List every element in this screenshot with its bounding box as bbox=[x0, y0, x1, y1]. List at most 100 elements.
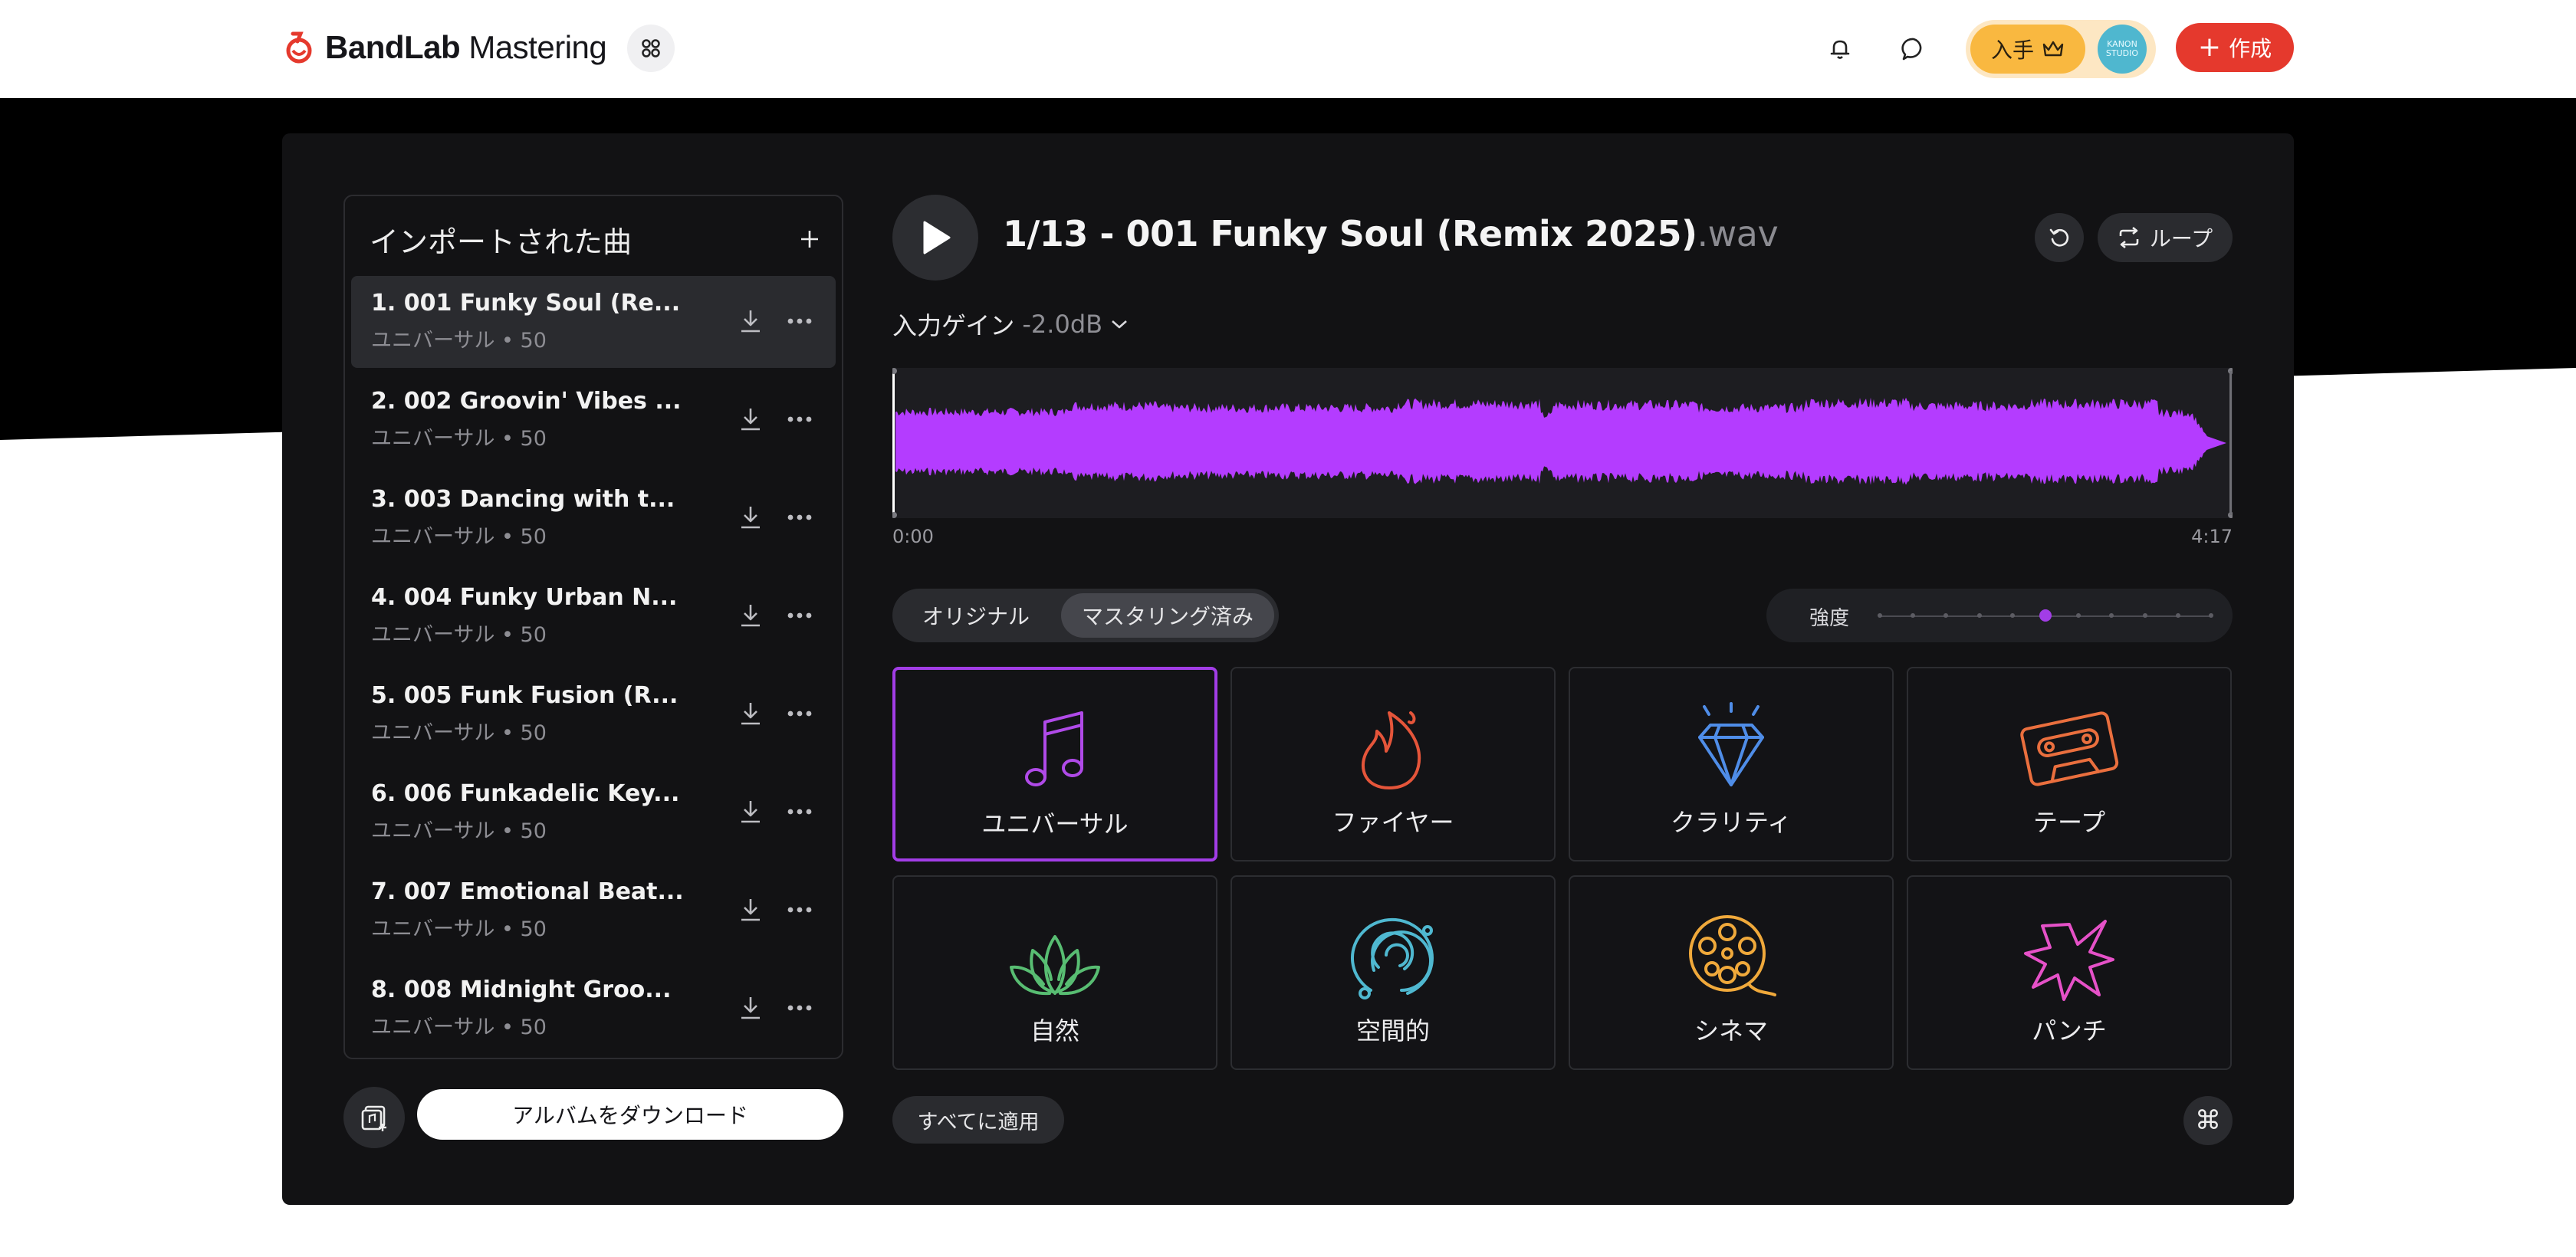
track-item[interactable]: 2. 002 Groovin' Vibes ... ユニバーサル • 50 bbox=[351, 374, 836, 466]
add-to-album-button[interactable] bbox=[343, 1087, 405, 1148]
track-list-header: インポートされた曲 bbox=[370, 216, 826, 262]
preset-card[interactable]: ファイヤー bbox=[1230, 667, 1556, 862]
play-icon bbox=[923, 221, 951, 254]
track-item[interactable]: 5. 005 Funk Fusion (R... ユニバーサル • 50 bbox=[351, 668, 836, 760]
apps-button[interactable] bbox=[627, 25, 675, 72]
apply-all-button[interactable]: すべてに適用 bbox=[892, 1096, 1064, 1144]
player-area: 1/13 - 001 Funky Soul (Remix 2025).wav ル… bbox=[891, 195, 2234, 1160]
chat-button[interactable] bbox=[1891, 26, 1937, 72]
track-more-button[interactable] bbox=[782, 598, 817, 633]
more-dots-icon bbox=[787, 514, 812, 520]
playhead[interactable] bbox=[892, 373, 895, 514]
more-dots-icon bbox=[787, 809, 812, 815]
reset-button[interactable] bbox=[2035, 213, 2084, 262]
preset-label: 空間的 bbox=[1355, 1016, 1430, 1045]
waveform-handle[interactable] bbox=[891, 368, 897, 374]
track-more-button[interactable] bbox=[782, 500, 817, 535]
download-track-button[interactable] bbox=[733, 402, 768, 437]
plus-icon bbox=[801, 231, 818, 248]
bandlab-logo-icon bbox=[286, 31, 312, 64]
track-name: 4. 004 Funky Urban N... bbox=[371, 584, 678, 611]
preset-card[interactable]: テープ bbox=[1907, 667, 2232, 862]
preset-card[interactable]: シネマ bbox=[1569, 875, 1894, 1070]
preset-card[interactable]: パンチ bbox=[1907, 875, 2232, 1070]
track-more-button[interactable] bbox=[782, 304, 817, 339]
waveform-graphic bbox=[891, 368, 2234, 518]
shortcuts-button[interactable]: ⌘ bbox=[2183, 1096, 2233, 1145]
play-button[interactable] bbox=[892, 195, 978, 281]
preset-card[interactable]: 自然 bbox=[892, 875, 1217, 1070]
intensity-tick bbox=[2109, 613, 2114, 618]
preset-card[interactable]: クラリティ bbox=[1569, 667, 1894, 862]
track-preset: ユニバーサル • 50 bbox=[371, 623, 547, 647]
waveform-tail bbox=[2196, 432, 2226, 454]
mastered-option[interactable]: マスタリング済み bbox=[1061, 593, 1274, 638]
time-start: 0:00 bbox=[892, 526, 934, 547]
track-preset: ユニバーサル • 50 bbox=[371, 329, 547, 353]
intensity-tick bbox=[2142, 613, 2147, 618]
download-album-button[interactable]: アルバムをダウンロード bbox=[417, 1089, 843, 1140]
chevron-down-icon bbox=[1112, 320, 1127, 329]
download-track-button[interactable] bbox=[733, 794, 768, 829]
track-preset: ユニバーサル • 50 bbox=[371, 819, 547, 843]
intensity-thumb[interactable] bbox=[2039, 609, 2052, 622]
download-icon bbox=[741, 605, 760, 627]
track-list-title: インポートされた曲 bbox=[370, 225, 632, 259]
track-preset: ユニバーサル • 50 bbox=[371, 917, 547, 941]
waveform[interactable] bbox=[891, 368, 2234, 518]
track-item[interactable]: 6. 006 Funkadelic Key... ユニバーサル • 50 bbox=[351, 766, 836, 858]
original-option[interactable]: オリジナル bbox=[897, 593, 1055, 638]
track-item[interactable]: 8. 008 Midnight Groo... ユニバーサル • 50 bbox=[351, 963, 836, 1055]
gain-value: -2.0dB bbox=[1022, 310, 1103, 339]
input-gain-dropdown[interactable]: 入力ゲイン -2.0dB bbox=[892, 305, 1129, 343]
download-track-button[interactable] bbox=[733, 500, 768, 535]
download-track-button[interactable] bbox=[733, 598, 768, 633]
create-button[interactable]: + 作成 bbox=[2176, 23, 2294, 72]
end-marker[interactable] bbox=[2229, 371, 2232, 515]
download-track-button[interactable] bbox=[733, 304, 768, 339]
track-item[interactable]: 1. 001 Funky Soul (Re... ユニバーサル • 50 bbox=[351, 276, 836, 368]
preset-label: テープ bbox=[2032, 808, 2106, 837]
download-track-button[interactable] bbox=[733, 696, 768, 731]
track-name: 3. 003 Dancing with t... bbox=[371, 486, 675, 513]
add-track-button[interactable] bbox=[793, 222, 826, 256]
track-item[interactable]: 3. 003 Dancing with t... ユニバーサル • 50 bbox=[351, 472, 836, 564]
track-more-button[interactable] bbox=[782, 990, 817, 1026]
download-track-button[interactable] bbox=[733, 990, 768, 1026]
intensity-tick bbox=[1911, 613, 1916, 618]
track-more-button[interactable] bbox=[782, 402, 817, 437]
intensity-tick bbox=[1944, 613, 1949, 618]
avatar[interactable]: KANON STUDIO bbox=[2098, 25, 2147, 74]
track-more-button[interactable] bbox=[782, 696, 817, 731]
track-more-button[interactable] bbox=[782, 794, 817, 829]
preset-icon-wrap bbox=[894, 911, 1216, 1003]
download-track-button[interactable] bbox=[733, 892, 768, 927]
spiral-icon bbox=[1350, 917, 1434, 999]
plus-icon: + bbox=[2197, 31, 2222, 63]
track-item[interactable]: 7. 007 Emotional Beat... ユニバーサル • 50 bbox=[351, 865, 836, 957]
track-preset: ユニバーサル • 50 bbox=[371, 525, 547, 549]
track-more-button[interactable] bbox=[782, 892, 817, 927]
notifications-button[interactable] bbox=[1817, 26, 1863, 72]
preset-card[interactable]: 空間的 bbox=[1230, 875, 1556, 1070]
apps-grid-icon bbox=[642, 39, 660, 57]
brand-logo[interactable]: BandLab Mastering bbox=[281, 23, 607, 72]
preset-icon-wrap bbox=[1570, 911, 1892, 1003]
lotus-icon bbox=[1010, 935, 1100, 996]
preset-label: 自然 bbox=[1030, 1016, 1079, 1045]
album-add-icon bbox=[361, 1105, 386, 1131]
track-preset: ユニバーサル • 50 bbox=[371, 427, 547, 451]
waveform-handle[interactable] bbox=[891, 512, 897, 518]
bell-icon bbox=[1830, 40, 1850, 59]
intensity-track[interactable] bbox=[1878, 609, 2213, 622]
preset-icon-wrap bbox=[1908, 702, 2230, 794]
track-item[interactable]: 4. 004 Funky Urban N... ユニバーサル • 50 bbox=[351, 570, 836, 662]
preset-card[interactable]: ユニバーサル bbox=[892, 667, 1217, 862]
loop-button[interactable]: ループ bbox=[2098, 213, 2233, 262]
loop-icon bbox=[2119, 227, 2139, 248]
download-icon bbox=[741, 310, 760, 333]
get-membership-button[interactable]: 入手 bbox=[1970, 25, 2085, 74]
more-dots-icon bbox=[787, 416, 812, 422]
intensity-tick bbox=[1976, 613, 1982, 618]
burst-icon bbox=[2024, 920, 2114, 1001]
